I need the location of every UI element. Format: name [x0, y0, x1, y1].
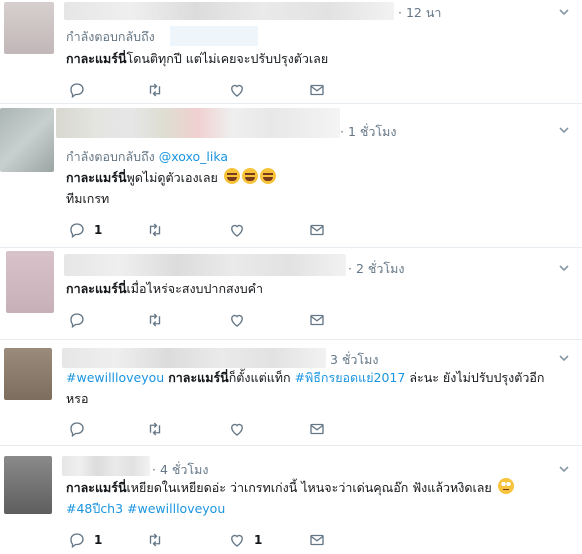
mention[interactable]: กาละแมร์นี่ [66, 480, 127, 495]
envelope-icon [310, 84, 324, 96]
mention[interactable]: กาละแมร์นี่ [66, 51, 127, 66]
direct-message-button[interactable] [308, 530, 326, 550]
envelope-icon [310, 224, 324, 236]
chevron-down-icon[interactable] [558, 352, 570, 364]
direct-message-button[interactable] [308, 80, 326, 100]
blurred-author-name[interactable] [62, 456, 150, 476]
reply-count: 1 [94, 533, 103, 547]
hashtag-link[interactable]: #wewillloveyou [127, 501, 225, 516]
tweet-2[interactable]: · 1 ชั่วโมง กำลังตอบกลับถึง @xoxo_lika ก… [0, 104, 582, 248]
hashtag-link[interactable]: #พิธีกรยอดแย่2017 [295, 370, 406, 385]
reply-handle-link[interactable]: @xoxo_lika [159, 149, 228, 164]
mention[interactable]: กาละแมร์นี่ [168, 370, 229, 385]
heart-icon [231, 534, 243, 547]
chevron-down-icon[interactable] [558, 262, 570, 274]
tweet-1[interactable]: · 12 นา กำลังตอบกลับถึง กาละแมร์นี่โดนติ… [0, 0, 582, 104]
tweet-text: #wewillloveyou กาละแมร์นี่ก็ตั้งแต่แท็ก … [66, 370, 545, 385]
envelope-icon [310, 534, 324, 546]
blurred-reply-handle[interactable] [170, 26, 258, 46]
tweet-actions [66, 80, 336, 100]
retweet-icon [149, 223, 161, 237]
tears-of-joy-emoji [241, 168, 258, 184]
tweet-timestamp[interactable]: · 12 นา [398, 3, 441, 23]
envelope-icon [310, 423, 324, 435]
direct-message-button[interactable] [308, 220, 326, 240]
heart-icon [231, 84, 243, 97]
heart-icon [231, 224, 243, 237]
like-count: 1 [254, 533, 263, 547]
tweet-text-line-2: หรอ [66, 391, 89, 406]
direct-message-button[interactable] [308, 310, 326, 330]
reply-button[interactable] [68, 419, 86, 439]
tweet-actions: 1 1 [66, 530, 336, 550]
reply-count: 1 [94, 223, 103, 237]
envelope-icon [310, 314, 324, 326]
blurred-author-name[interactable] [56, 108, 340, 138]
blurred-author-name[interactable] [64, 254, 346, 276]
retweet-button[interactable] [146, 530, 164, 550]
chevron-down-icon[interactable] [558, 6, 570, 18]
reply-icon [70, 313, 84, 329]
retweet-icon [149, 422, 161, 436]
reply-icon [70, 223, 84, 239]
avatar[interactable] [6, 251, 54, 313]
like-button[interactable]: 1 [228, 530, 262, 550]
avatar[interactable] [0, 108, 54, 172]
blurred-author-name[interactable] [64, 2, 394, 20]
like-button[interactable] [228, 80, 246, 100]
chevron-down-icon[interactable] [558, 463, 570, 475]
tweet-5[interactable]: · 4 ชั่วโมง กาละแมร์นี่เหยียดในเหยียดอ่ะ… [0, 446, 582, 554]
tears-of-joy-emoji [259, 168, 276, 184]
tweet-timestamp[interactable]: · 1 ชั่วโมง [340, 122, 396, 142]
tweet-text: กาละแมร์นี่เมื่อไหร่จะสงบปากสงบคำ [66, 281, 264, 296]
hashtag-link[interactable]: #48ปีch3 [66, 501, 123, 516]
reply-button[interactable]: 1 [68, 530, 102, 550]
reply-icon [70, 422, 84, 438]
replying-to-label: กำลังตอบกลับถึง [66, 29, 155, 44]
direct-message-button[interactable] [308, 419, 326, 439]
tweet-text-line-2: #48ปีch3 #wewillloveyou [66, 498, 225, 519]
tweet-actions: 1 [66, 220, 336, 240]
like-button[interactable] [228, 419, 246, 439]
retweet-button[interactable] [146, 220, 164, 240]
tweet-text-line-2: ทีมเกรท [66, 191, 110, 206]
like-button[interactable] [228, 310, 246, 330]
eye-roll-emoji [497, 478, 514, 494]
retweet-button[interactable] [146, 80, 164, 100]
tweet-4[interactable]: 3 ชั่วโมง #wewillloveyou กาละแมร์นี่ก็ตั… [0, 340, 582, 446]
tweet-text: กาละแมร์นี่พูดไม่ดูตัวเองเลย [66, 167, 276, 188]
tweet-actions [66, 310, 336, 330]
heart-icon [231, 314, 243, 327]
reply-button[interactable] [68, 310, 86, 330]
reply-button[interactable]: 1 [68, 220, 102, 240]
retweet-button[interactable] [146, 310, 164, 330]
replying-to-label: กำลังตอบกลับถึง @xoxo_lika [66, 149, 229, 164]
retweet-icon [149, 83, 161, 97]
like-button[interactable] [228, 220, 246, 240]
tweet-timestamp[interactable]: · 2 ชั่วโมง [348, 259, 404, 279]
avatar[interactable] [4, 2, 54, 54]
mention[interactable]: กาละแมร์นี่ [66, 170, 127, 185]
tears-of-joy-emoji [223, 168, 240, 184]
blurred-author-name[interactable] [62, 348, 326, 368]
tweet-actions [66, 419, 336, 439]
mention[interactable]: กาละแมร์นี่ [66, 281, 127, 296]
avatar[interactable] [4, 348, 52, 400]
avatar[interactable] [4, 456, 52, 514]
retweet-icon [149, 313, 161, 327]
heart-icon [231, 423, 243, 436]
tweet-text: กาละแมร์นี่โดนติทุกปี แต่ไม่เคยจะปรับปรุ… [66, 51, 329, 66]
retweet-icon [149, 533, 161, 547]
reply-button[interactable] [68, 80, 86, 100]
chevron-down-icon[interactable] [558, 124, 570, 136]
retweet-button[interactable] [146, 419, 164, 439]
tweet-text: กาละแมร์นี่เหยียดในเหยียดอ่ะ ว่าเกรทเก่ง… [66, 477, 514, 498]
tweet-3[interactable]: · 2 ชั่วโมง กาละแมร์นี่เมื่อไหร่จะสงบปาก… [0, 248, 582, 340]
hashtag-link[interactable]: #wewillloveyou [66, 370, 164, 385]
reply-icon [70, 83, 84, 99]
reply-icon [70, 533, 84, 549]
